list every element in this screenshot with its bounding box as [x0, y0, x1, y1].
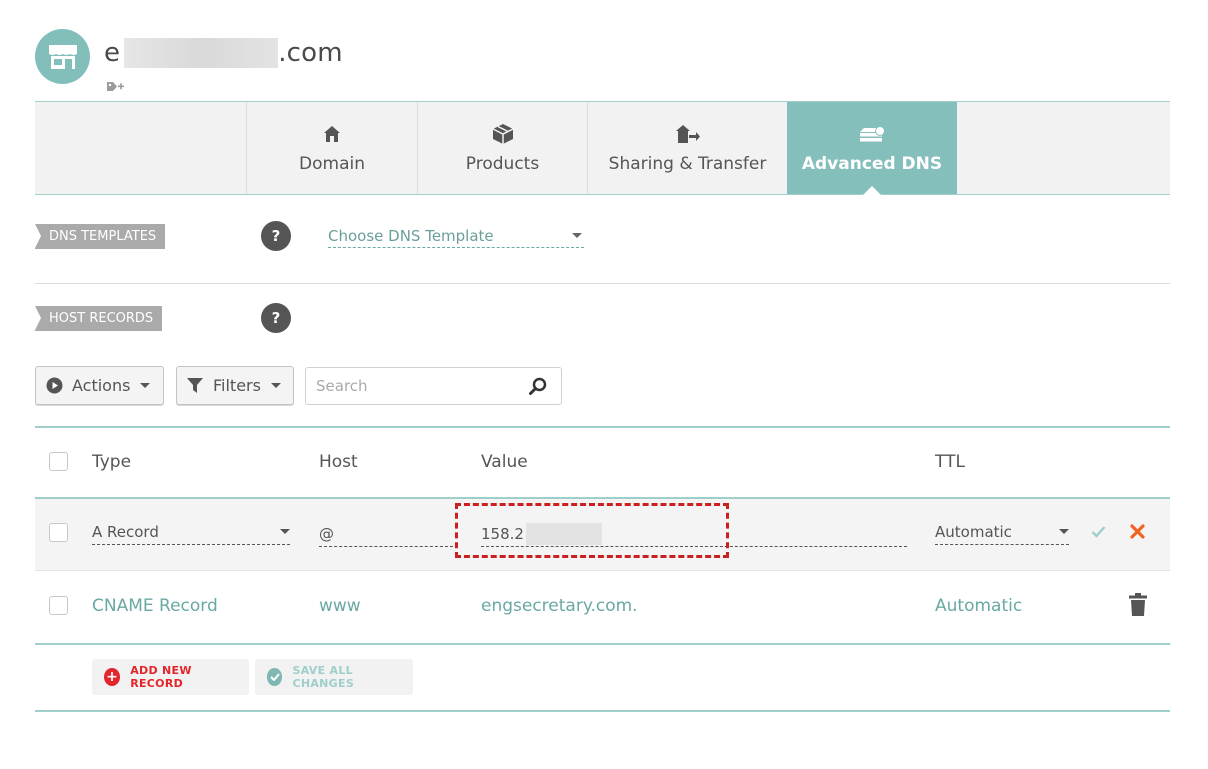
tab-domain-label: Domain [299, 154, 365, 174]
domain-avatar [35, 29, 90, 84]
check-icon[interactable] [1091, 525, 1106, 538]
record-host-cell[interactable]: www [319, 596, 361, 616]
chevron-down-icon [280, 529, 290, 534]
dns-templates-label: DNS TEMPLATES [35, 224, 166, 249]
host-records-help-icon[interactable]: ? [261, 303, 291, 333]
tab-advanced-dns-label: Advanced DNS [801, 154, 943, 174]
chevron-down-icon [1059, 529, 1069, 534]
record-type-value: A Record [92, 522, 159, 541]
plus-circle-icon: + [104, 668, 121, 686]
host-input-value: @ [319, 524, 334, 543]
select-all-checkbox[interactable] [49, 452, 68, 471]
ttl-select[interactable]: Automatic [935, 519, 1069, 545]
tab-products-label: Products [465, 154, 540, 174]
value-highlight-annotation [455, 503, 729, 558]
column-header-host: Host [319, 452, 358, 472]
column-header-ttl: TTL [935, 452, 965, 472]
tab-sharing-transfer[interactable]: Sharing & Transfer [587, 102, 787, 194]
search-icon[interactable] [529, 377, 547, 395]
table-top-border [35, 426, 1170, 428]
tab-products[interactable]: Products [417, 102, 587, 194]
filters-button[interactable]: Filters [176, 366, 294, 405]
dns-template-select-value: Choose DNS Template [328, 226, 494, 245]
chevron-down-icon [140, 383, 151, 388]
record-type-cell[interactable]: CNAME Record [92, 596, 218, 616]
filters-button-label: Filters [213, 376, 261, 395]
tab-domain[interactable]: Domain [246, 102, 417, 194]
domain-title: e .com [104, 38, 343, 68]
save-all-changes-button[interactable]: SAVE ALL CHANGES [255, 659, 413, 695]
ttl-select-value: Automatic [935, 522, 1012, 541]
check-circle-icon [267, 668, 283, 686]
chevron-down-icon [572, 233, 582, 238]
domain-tabs: Domain Products Sharing & Transfer Advan… [35, 101, 1170, 195]
record-type-select[interactable]: A Record [92, 519, 290, 545]
domain-title-prefix: e [104, 38, 121, 68]
add-new-record-button[interactable]: + ADD NEW RECORD [92, 659, 249, 695]
play-circle-icon [46, 377, 63, 394]
tab-sharing-transfer-label: Sharing & Transfer [608, 154, 767, 174]
tab-advanced-dns[interactable]: Advanced DNS [787, 102, 957, 195]
dns-template-select[interactable]: Choose DNS Template [328, 224, 584, 248]
dns-templates-help-icon[interactable]: ? [261, 221, 291, 251]
section-divider [35, 283, 1170, 284]
section-bottom-border [35, 710, 1170, 712]
row-divider [35, 570, 1170, 571]
search-box [305, 367, 562, 405]
host-input[interactable]: @ [319, 521, 453, 547]
record-value-cell[interactable]: engsecretary.com. [481, 596, 638, 616]
add-new-record-label: ADD NEW RECORD [130, 664, 192, 690]
column-header-value: Value [481, 452, 528, 472]
close-icon[interactable] [1130, 524, 1145, 539]
actions-button-label: Actions [72, 376, 131, 395]
redacted-block [124, 38, 279, 68]
box-icon [492, 124, 513, 144]
domain-title-suffix: .com [278, 38, 343, 68]
server-icon [860, 126, 885, 142]
home-icon [324, 126, 340, 142]
transfer-icon [675, 125, 700, 143]
save-all-changes-label: SAVE ALL CHANGES [292, 664, 355, 690]
row-checkbox[interactable] [49, 523, 68, 542]
column-header-type: Type [92, 452, 132, 472]
trash-icon[interactable] [1129, 593, 1147, 616]
storefront-icon [48, 44, 77, 69]
tag-plus-icon[interactable] [106, 80, 124, 94]
actions-button[interactable]: Actions [35, 366, 164, 405]
host-records-label: HOST RECORDS [35, 306, 163, 331]
search-input[interactable] [316, 377, 506, 395]
table-bottom-border [35, 643, 1170, 645]
row-checkbox[interactable] [49, 596, 68, 615]
filter-icon [187, 378, 203, 393]
chevron-down-icon [270, 383, 281, 388]
record-ttl-cell[interactable]: Automatic [935, 596, 1022, 616]
